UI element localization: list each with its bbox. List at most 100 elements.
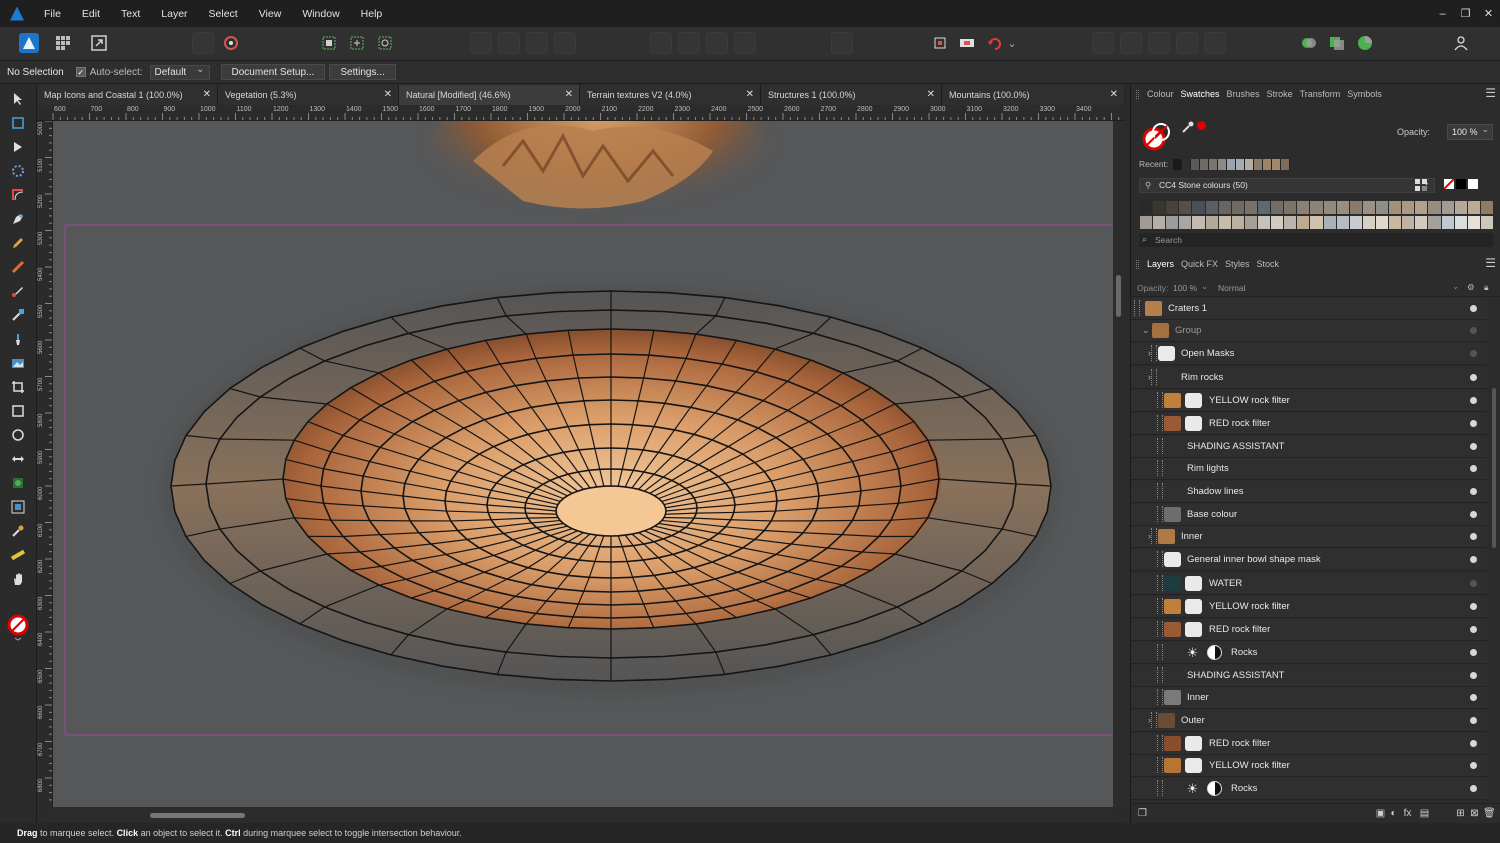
layer-opacity-value[interactable]: 100 %: [1173, 283, 1197, 293]
palette-dropdown[interactable]: ⚲ CC4 Stone colours (50): [1139, 176, 1435, 193]
palette-swatch[interactable]: [1257, 215, 1271, 229]
menu-window[interactable]: Window: [302, 8, 339, 20]
move-tool-icon[interactable]: [9, 90, 27, 108]
visibility-toggle[interactable]: [1470, 740, 1477, 747]
expand-chevron-icon[interactable]: ›: [1148, 715, 1151, 725]
vertical-scrollbar[interactable]: [1113, 121, 1125, 807]
palette-swatch[interactable]: [1480, 215, 1493, 229]
visibility-toggle[interactable]: [1470, 580, 1477, 587]
document-tab[interactable]: Map Icons and Coastal 1 (100.0%) ✕: [37, 85, 218, 105]
palette-swatch[interactable]: [1389, 215, 1402, 229]
recent-swatch[interactable]: [1227, 159, 1236, 170]
delete-children-icon[interactable]: ⊠: [1469, 808, 1480, 819]
chevron-down-icon[interactable]: ⌄: [1452, 281, 1459, 292]
chevron-down-icon[interactable]: ⌄: [1201, 281, 1208, 292]
panel-menu-icon[interactable]: ☰: [1485, 256, 1496, 270]
tab-swatches[interactable]: Swatches: [1181, 89, 1220, 99]
layer-row[interactable]: YELLOW rock filter: [1131, 390, 1487, 412]
palette-swatch[interactable]: [1480, 201, 1493, 214]
document-tab[interactable]: Terrain textures V2 (4.0%) ✕: [580, 85, 761, 105]
lock-icon[interactable]: 🔒︎: [1484, 282, 1489, 293]
corner-tool-icon[interactable]: [9, 186, 27, 204]
scroll-thumb[interactable]: [1116, 275, 1121, 317]
rectangle-tool-icon[interactable]: [9, 402, 27, 420]
boolean-icon[interactable]: [1120, 32, 1142, 54]
palette-swatch[interactable]: [1349, 201, 1362, 214]
close-icon[interactable]: ✕: [565, 85, 573, 105]
boolean-icon[interactable]: [1148, 32, 1170, 54]
pencil-tool-icon[interactable]: [9, 234, 27, 252]
palette-swatch[interactable]: [1310, 215, 1323, 229]
tab-symbols[interactable]: Symbols: [1347, 89, 1382, 99]
palette-swatches[interactable]: [1140, 201, 1493, 229]
layer-row[interactable]: SHADING ASSISTANT: [1131, 665, 1487, 687]
palette-swatch[interactable]: [1336, 201, 1349, 214]
palette-swatch[interactable]: [1179, 215, 1192, 229]
palette-swatch[interactable]: [1415, 201, 1428, 214]
palette-swatch[interactable]: [1402, 215, 1415, 229]
hand-tool-icon[interactable]: [9, 570, 27, 588]
layer-row[interactable]: WATER: [1131, 573, 1487, 595]
palette-swatch[interactable]: [1362, 215, 1375, 229]
mountain-image[interactable]: [428, 121, 768, 224]
transform-icon[interactable]: [831, 32, 853, 54]
align-icon[interactable]: [526, 32, 548, 54]
palette-swatch[interactable]: [1153, 201, 1166, 214]
minimize-button[interactable]: –: [1431, 0, 1454, 27]
account-icon[interactable]: [1450, 32, 1472, 54]
gear-icon[interactable]: [220, 32, 242, 54]
layer-row[interactable]: General inner bowl shape mask: [1131, 549, 1487, 571]
visibility-toggle[interactable]: [1470, 305, 1477, 312]
fill-stroke-swatch-icon[interactable]: [7, 614, 29, 642]
palette-swatch[interactable]: [1271, 215, 1284, 229]
expand-chevron-icon[interactable]: ⌄: [1142, 325, 1150, 336]
undo-red-icon[interactable]: [983, 32, 1005, 54]
swatch-search-input[interactable]: Search: [1139, 233, 1493, 247]
visibility-toggle[interactable]: [1470, 374, 1477, 381]
palette-swatch[interactable]: [1271, 201, 1284, 214]
visibility-toggle[interactable]: [1470, 626, 1477, 633]
palette-swatch[interactable]: [1454, 201, 1467, 214]
layer-row[interactable]: ⌄ Group: [1131, 320, 1487, 342]
layer-link-icon[interactable]: [1157, 644, 1163, 660]
recent-swatch[interactable]: [1209, 159, 1218, 170]
layer-row[interactable]: › Rim rocks: [1131, 367, 1487, 389]
chevron-down-icon[interactable]: ⌄: [1006, 32, 1018, 54]
shape-tool-icon[interactable]: [9, 450, 27, 468]
blend-mode-dropdown[interactable]: Normal: [1218, 283, 1245, 293]
recent-swatch[interactable]: [1218, 159, 1227, 170]
eyedropper-icon[interactable]: [1181, 120, 1195, 134]
menu-edit[interactable]: Edit: [82, 8, 100, 20]
palette-swatch[interactable]: [1284, 215, 1297, 229]
snap-icon[interactable]: [318, 32, 340, 54]
close-icon[interactable]: ✕: [927, 85, 935, 105]
layer-link-icon[interactable]: [1157, 621, 1163, 637]
crop-tool-icon[interactable]: [9, 378, 27, 396]
palette-swatch[interactable]: [1467, 215, 1480, 229]
tab-transform[interactable]: Transform: [1300, 89, 1341, 99]
expand-chevron-icon[interactable]: ›: [1148, 372, 1151, 382]
close-icon[interactable]: ✕: [384, 85, 392, 105]
close-window-button[interactable]: ✕: [1477, 0, 1500, 27]
menu-select[interactable]: Select: [209, 8, 238, 20]
ruler-tool-icon[interactable]: [9, 546, 27, 564]
palette-swatch[interactable]: [1218, 201, 1231, 214]
layer-link-icon[interactable]: [1157, 598, 1163, 614]
palette-grid-icon[interactable]: [1415, 179, 1427, 194]
restore-button[interactable]: ❐: [1454, 0, 1477, 27]
close-icon[interactable]: ✕: [203, 85, 211, 105]
visibility-toggle[interactable]: [1470, 785, 1477, 792]
menu-layer[interactable]: Layer: [161, 8, 187, 20]
palette-swatch[interactable]: [1244, 201, 1257, 214]
palette-swatch[interactable]: [1244, 215, 1257, 229]
palette-swatch[interactable]: [1192, 201, 1205, 214]
frame-text-icon[interactable]: [9, 498, 27, 516]
layer-link-icon[interactable]: [1157, 415, 1163, 431]
visibility-toggle[interactable]: [1470, 694, 1477, 701]
settings-button[interactable]: Settings...: [329, 64, 396, 80]
fill-tool-icon[interactable]: [9, 282, 27, 300]
recent-swatch[interactable]: [1200, 159, 1209, 170]
visibility-toggle[interactable]: [1470, 327, 1477, 334]
visibility-toggle[interactable]: [1470, 717, 1477, 724]
layer-link-icon[interactable]: [1157, 735, 1163, 751]
